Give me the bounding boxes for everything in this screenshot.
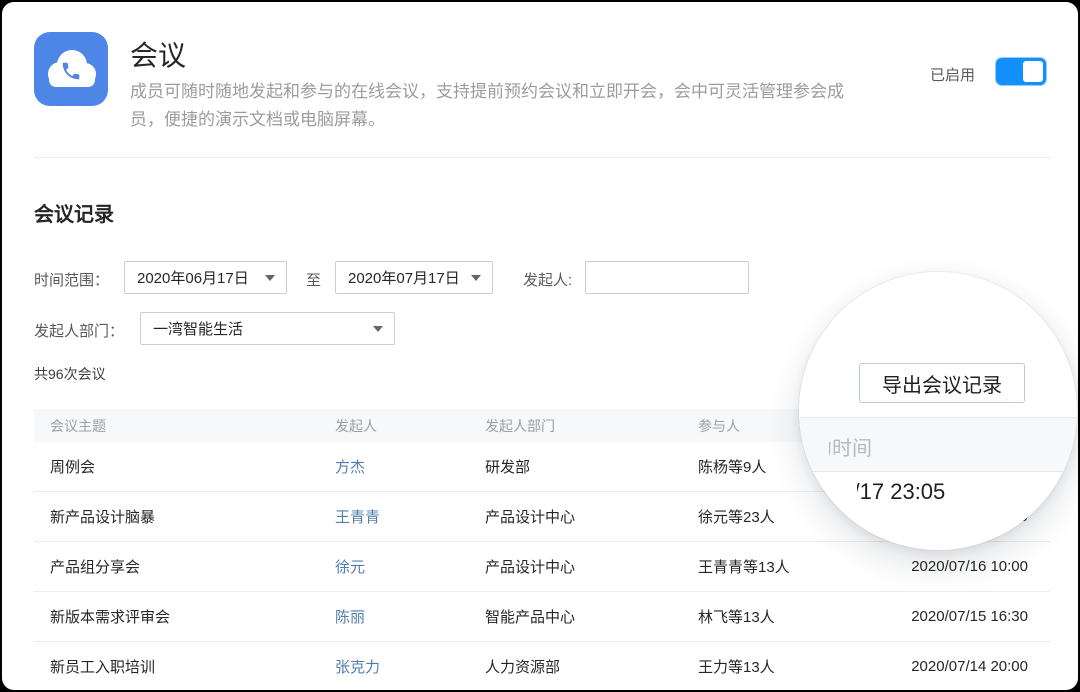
time-range-label: 时间范围：: [34, 269, 109, 290]
magnified-time-column-header: 预约时间: [829, 432, 879, 460]
magnified-first-row-time: 2020/07/17 23:05: [857, 479, 999, 511]
header-divider: [34, 157, 1050, 158]
meeting-settings-page: 会议 成员可随时随地发起和参与的在线会议，支持提前预约会议和立即开会，会中可灵活…: [0, 0, 1080, 692]
cell-department: 产品设计中心: [485, 556, 698, 577]
initiator-link[interactable]: 方杰: [335, 456, 485, 477]
cell-time: 2020/07/16 10:00: [897, 558, 1028, 575]
header-topic: 会议主题: [50, 416, 335, 436]
chevron-down-icon: [471, 275, 481, 281]
magnified-table-header: 预约时间: [799, 417, 1077, 472]
app-description: 成员可随时随地发起和参与的在线会议，支持提前预约会议和立即开会，会中可灵活管理参…: [130, 78, 854, 134]
enabled-status-label: 已启用: [930, 64, 975, 85]
cell-time: 2020/07/14 20:00: [897, 658, 1028, 675]
department-value: 一湾智能生活: [153, 318, 243, 339]
initiator-link[interactable]: 张克力: [335, 656, 485, 677]
chevron-down-icon: [373, 326, 383, 332]
meeting-count: 共96次会议: [34, 364, 106, 384]
cell-topic: 产品组分享会: [50, 556, 335, 577]
initiator-input[interactable]: [585, 261, 749, 294]
to-label: 至: [306, 269, 321, 290]
header-department: 发起人部门: [485, 416, 698, 436]
cell-time: 2020/07/15 16:30: [897, 608, 1028, 625]
export-records-button[interactable]: 导出会议记录: [859, 363, 1025, 403]
cell-participants: 王青青等13人: [698, 556, 897, 577]
date-to-select[interactable]: 2020年07月17日: [335, 261, 493, 294]
initiator-link[interactable]: 王青青: [335, 506, 485, 527]
department-label: 发起人部门：: [34, 320, 124, 341]
app-icon: [34, 32, 108, 106]
cell-department: 人力资源部: [485, 656, 698, 677]
cell-topic: 周例会: [50, 456, 335, 477]
cell-participants: 林飞等13人: [698, 606, 897, 627]
initiator-label: 发起人:: [523, 269, 572, 290]
table-row: 产品组分享会 徐元 产品设计中心 王青青等13人 2020/07/16 10:0…: [34, 542, 1050, 592]
table-row: 新员工入职培训 张克力 人力资源部 王力等13人 2020/07/14 20:0…: [34, 642, 1050, 692]
date-to-value: 2020年07月17日: [348, 267, 460, 288]
chevron-down-icon: [265, 275, 275, 281]
magnifier-circle: 导出会议记录 预约时间 2020/07/17 23:05: [799, 272, 1077, 550]
date-from-value: 2020年06月17日: [137, 267, 249, 288]
cell-topic: 新产品设计脑暴: [50, 506, 335, 527]
cell-topic: 新员工入职培训: [50, 656, 335, 677]
cell-participants: 王力等13人: [698, 656, 897, 677]
department-select[interactable]: 一湾智能生活: [140, 312, 395, 345]
toggle-knob-icon: [1023, 61, 1043, 82]
table-row: 新版本需求评审会 陈丽 智能产品中心 林飞等13人 2020/07/15 16:…: [34, 592, 1050, 642]
enable-toggle[interactable]: [996, 58, 1046, 85]
cell-department: 智能产品中心: [485, 606, 698, 627]
cell-department: 产品设计中心: [485, 506, 698, 527]
initiator-link[interactable]: 徐元: [335, 556, 485, 577]
page-title: 会议: [130, 34, 186, 74]
initiator-link[interactable]: 陈丽: [335, 606, 485, 627]
cell-department: 研发部: [485, 456, 698, 477]
cell-topic: 新版本需求评审会: [50, 606, 335, 627]
date-from-select[interactable]: 2020年06月17日: [124, 261, 287, 294]
header-initiator: 发起人: [335, 416, 485, 436]
section-title-meeting-records: 会议记录: [34, 198, 114, 227]
cloud-phone-icon: [34, 32, 108, 106]
